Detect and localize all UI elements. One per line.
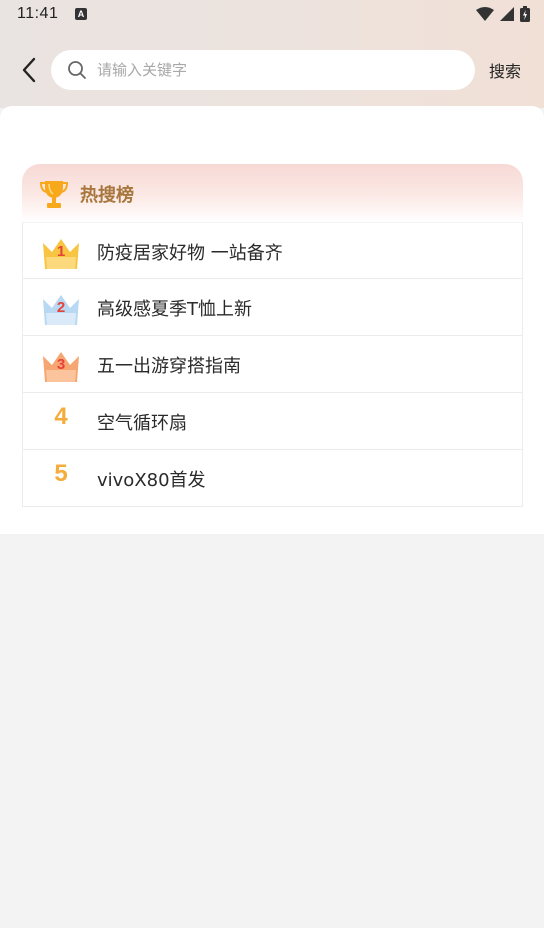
chevron-left-icon [22,57,36,83]
status-time: 11:41 [17,5,59,22]
hot-search-title: 热搜榜 [80,185,134,206]
hot-search-text: 高级感夏季T恤上新 [97,299,252,320]
rank-number: 4 [54,403,68,430]
hot-search-item-3[interactable]: 3 五一出游穿搭指南 [22,336,523,393]
rank-number: 5 [54,460,68,487]
search-icon [68,61,86,79]
hot-search-card: 热搜榜 1 防疫居家好物 一站备齐 2 高级感夏季T恤上新 3 五一出游穿搭指南… [22,164,523,513]
hot-search-list: 1 防疫居家好物 一站备齐 2 高级感夏季T恤上新 3 五一出游穿搭指南 4 空… [22,222,523,507]
search-input[interactable] [97,50,457,90]
cellular-signal-icon [500,7,514,21]
hot-search-text: 空气循环扇 [97,413,187,434]
rank-number: 1 [56,243,66,260]
search-row: 搜索 [0,48,544,92]
hot-search-text: vivoX80首发 [97,470,206,491]
rank-number: 3 [56,356,66,373]
battery-icon [520,6,530,22]
search-box[interactable] [51,50,475,90]
hot-search-text: 防疫居家好物 一站备齐 [97,243,283,264]
hot-search-item-2[interactable]: 2 高级感夏季T恤上新 [22,279,523,336]
hot-search-item-4[interactable]: 4 空气循环扇 [22,393,523,450]
hot-search-item-1[interactable]: 1 防疫居家好物 一站备齐 [22,222,523,279]
notification-a-icon: A [75,8,87,20]
search-button[interactable]: 搜索 [489,58,521,82]
back-button[interactable] [16,54,44,86]
rank-number: 2 [56,299,66,316]
status-icons [476,6,530,22]
status-bar: 11:41 A [0,0,544,30]
hot-search-text: 五一出游穿搭指南 [97,356,241,377]
hot-search-item-5[interactable]: 5 vivoX80首发 [22,450,523,507]
trophy-icon [40,181,68,208]
wifi-icon [476,7,494,21]
hot-search-header: 热搜榜 [22,164,523,222]
